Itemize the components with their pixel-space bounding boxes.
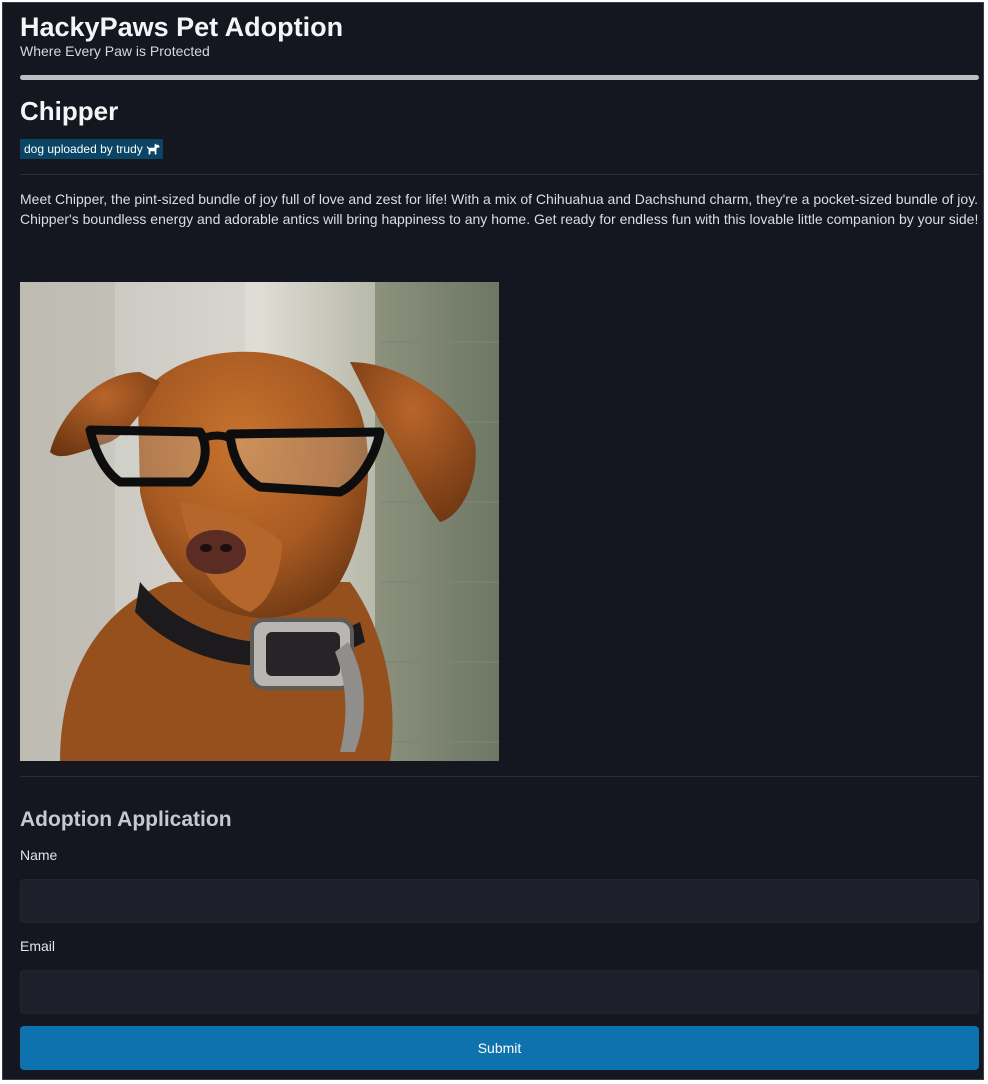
uploader-badge-label: dog uploaded by trudy [24,142,143,156]
pet-name: Chipper [20,96,119,126]
dog-icon [146,143,160,155]
form-title: Adoption Application [20,808,232,831]
name-label: Name [20,847,58,863]
email-input[interactable] [20,970,979,1014]
site-tagline: Where Every Paw is Protected [20,43,210,59]
section-divider [20,776,979,777]
pet-description: Meet Chipper, the pint-sized bundle of j… [20,191,979,227]
pet-photo [20,282,499,761]
site-title: HackyPaws Pet Adoption [20,12,344,42]
email-label: Email [20,938,56,954]
page-frame: HackyPaws Pet Adoption Where Every Paw i… [2,2,984,1080]
submit-button[interactable]: Submit [20,1026,979,1070]
uploader-badge: dog uploaded by trudy [20,139,163,159]
header-divider [20,75,979,80]
name-input[interactable] [20,879,979,923]
section-divider [20,174,979,175]
